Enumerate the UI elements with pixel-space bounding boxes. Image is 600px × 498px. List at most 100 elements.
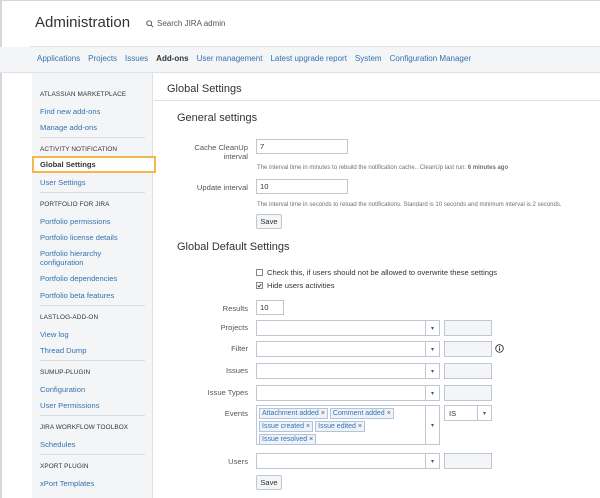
users-select[interactable]: ▾ <box>256 453 440 469</box>
issue-types-select[interactable]: ▾ <box>256 385 440 401</box>
events-operator-value: IS <box>449 409 457 418</box>
projects-select[interactable]: ▾ <box>256 320 440 336</box>
issues-label: Issues <box>226 366 248 375</box>
sidebar-item-user-settings[interactable]: User Settings <box>40 178 145 187</box>
events-operator-select[interactable]: IS ▾ <box>444 405 492 421</box>
sidebar-item-portfolio-permissions[interactable]: Portfolio permissions <box>40 217 145 226</box>
event-tags: Attachment added × Comment added × Issue cre… <box>259 408 423 445</box>
sidebar-item-portfolio-hierarchy[interactable]: Portfolio hierarchy configuration <box>40 249 145 267</box>
chevron-down-icon: ▾ <box>425 386 439 400</box>
events-label: Events <box>224 409 248 418</box>
sidebar-item-view-log[interactable]: View log <box>40 330 145 339</box>
sidebar-divider <box>40 137 145 138</box>
update-interval-description: The interval time in seconds to reload t… <box>257 202 562 208</box>
info-icon[interactable] <box>495 344 504 353</box>
nav-item-user-management[interactable]: User management <box>197 54 263 63</box>
sidebar-item-label: Global Settings <box>40 160 96 169</box>
sidebar-item-global-settings[interactable]: Global Settings <box>32 156 156 173</box>
overwrite-checkbox[interactable] <box>256 269 263 276</box>
update-interval-input[interactable] <box>256 179 348 194</box>
remove-tag-icon[interactable]: × <box>358 422 362 431</box>
chevron-down-icon: ▾ <box>425 364 439 378</box>
hide-activities-checkbox[interactable] <box>256 282 263 289</box>
checkmark-icon <box>257 283 262 288</box>
nav-item-issues[interactable]: Issues <box>125 54 148 63</box>
nav-item-add-ons[interactable]: Add-ons <box>156 54 188 63</box>
results-input[interactable] <box>256 300 284 315</box>
admin-search[interactable]: Search JIRA admin <box>146 19 225 28</box>
nav-item-applications[interactable]: Applications <box>37 54 80 63</box>
sidebar-item-xport-templates[interactable]: xPort Templates <box>40 479 145 488</box>
sidebar-item-configuration[interactable]: Configuration <box>40 385 145 394</box>
sidebar-item-portfolio-beta[interactable]: Portfolio beta features <box>40 291 145 300</box>
cache-cleanup-description: The interval time in minutes to rebuild … <box>257 165 508 171</box>
issues-extra-field[interactable] <box>444 363 492 379</box>
cache-cleanup-label: Cache CleanUp interval <box>194 143 248 161</box>
nav-item-latest-upgrade-report[interactable]: Latest upgrade report <box>270 54 347 63</box>
sidebar-divider <box>40 192 145 193</box>
event-tag-label: Issue edited <box>318 423 356 430</box>
nav-items: Applications Projects Issues Add-ons User ma… <box>37 54 479 63</box>
event-tag[interactable]: Issue resolved × <box>259 434 317 445</box>
nav-item-system[interactable]: System <box>355 54 382 63</box>
remove-tag-icon[interactable]: × <box>306 422 310 431</box>
nav-item-configuration-manager[interactable]: Configuration Manager <box>390 54 471 63</box>
save-defaults-button[interactable]: Save <box>256 475 282 490</box>
issues-select[interactable]: ▾ <box>256 363 440 379</box>
sidebar-item-manage-addons[interactable]: Manage add-ons <box>40 123 145 132</box>
cache-last-run: 6 minutes ago <box>467 165 509 171</box>
users-label: Users <box>228 457 248 466</box>
event-tag-label: Comment added <box>332 410 385 417</box>
issue-types-extra-field[interactable] <box>444 385 492 401</box>
sidebar-item-schedules[interactable]: Schedules <box>40 440 145 449</box>
filter-select[interactable]: ▾ <box>256 341 440 357</box>
filter-label: Filter <box>231 344 248 353</box>
issue-types-label: Issue Types <box>207 388 248 397</box>
search-label: Search JIRA admin <box>157 19 226 28</box>
sidebar-heading-xport: XPORT PLUGIN <box>40 463 89 470</box>
save-general-button[interactable]: Save <box>256 214 282 229</box>
sidebar-item-portfolio-dependencies[interactable]: Portfolio dependencies <box>40 274 145 283</box>
admin-nav: Applications Projects Issues Add-ons User ma… <box>0 47 600 73</box>
overwrite-checkbox-row[interactable]: Check this, if users should not be allow… <box>256 268 497 277</box>
sidebar-heading-lastlog: LASTLOG-ADD-ON <box>40 314 99 321</box>
sidebar-heading-marketplace: ATLASSIAN MARKETPLACE <box>40 91 127 98</box>
remove-tag-icon[interactable]: × <box>309 435 313 444</box>
sidebar-heading-portfolio: PORTFOLIO FOR JIRA <box>40 201 110 208</box>
page-title: Administration <box>35 14 131 31</box>
event-tag[interactable]: Comment added × <box>329 408 394 419</box>
header: Administration Search JIRA admin <box>0 0 600 47</box>
main-content: Global Settings General settings Cache C… <box>154 73 600 498</box>
chevron-down-icon: ▾ <box>425 454 439 468</box>
cache-cleanup-input[interactable] <box>256 139 348 154</box>
sidebar-divider <box>40 360 145 361</box>
update-interval-label: Update interval <box>196 183 248 192</box>
projects-extra-field[interactable] <box>444 320 492 336</box>
overwrite-checkbox-label: Check this, if users should not be allow… <box>267 268 498 277</box>
users-extra-field[interactable] <box>444 453 492 469</box>
sidebar-item-find-addons[interactable]: Find new add-ons <box>40 107 145 116</box>
event-tag[interactable]: Issue created × <box>259 421 314 432</box>
cache-desc-text: The interval time in minutes to rebuild … <box>257 165 468 171</box>
sidebar-item-portfolio-license[interactable]: Portfolio license details <box>40 233 145 242</box>
sidebar-item-thread-dump[interactable]: Thread Dump <box>40 346 145 355</box>
chevron-down-icon: ▾ <box>425 321 439 335</box>
search-icon <box>146 19 154 28</box>
sidebar-item-user-permissions[interactable]: User Permissions <box>40 401 145 410</box>
chevron-down-icon: ▾ <box>425 342 439 356</box>
sidebar: ATLASSIAN MARKETPLACE Find new add-ons M… <box>32 73 156 498</box>
general-settings-heading: General settings <box>177 112 258 124</box>
remove-tag-icon[interactable]: × <box>387 409 391 418</box>
remove-tag-icon[interactable]: × <box>321 409 325 418</box>
event-tag-label: Issue created <box>262 423 305 430</box>
hide-activities-checkbox-row[interactable]: Hide users activities <box>256 281 335 290</box>
events-multiselect[interactable]: Attachment added × Comment added × Issue cre… <box>256 405 440 445</box>
filter-extra-field[interactable] <box>444 341 492 357</box>
section-divider <box>154 100 600 101</box>
sidebar-divider <box>40 454 145 455</box>
event-tag[interactable]: Issue edited × <box>315 421 365 432</box>
nav-item-projects[interactable]: Projects <box>88 54 117 63</box>
section-title: Global Settings <box>167 83 242 95</box>
projects-label: Projects <box>220 323 248 332</box>
event-tag[interactable]: Attachment added × <box>259 408 328 419</box>
